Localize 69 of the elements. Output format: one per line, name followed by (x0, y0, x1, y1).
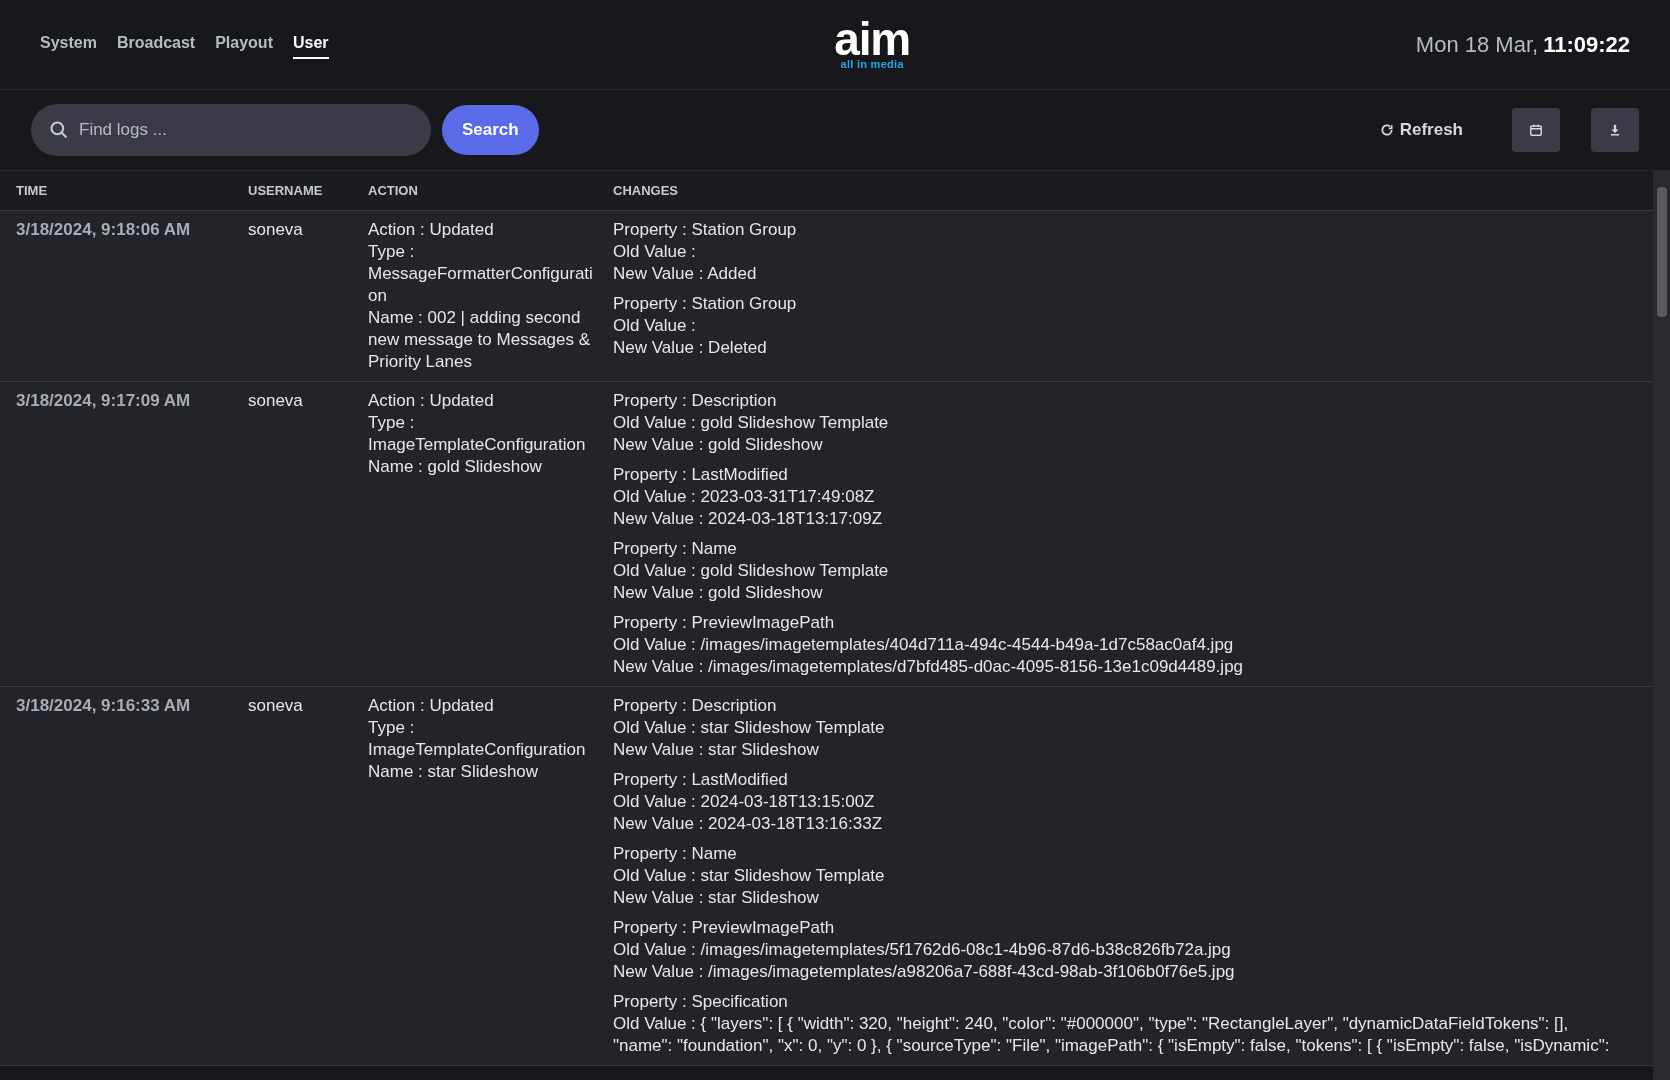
nav-tab[interactable]: User (292, 30, 329, 59)
action-line: Action : Updated (368, 219, 494, 241)
search-icon (49, 120, 69, 140)
username-cell-text: soneva (247, 219, 304, 241)
username-cell-text: soneva (247, 695, 304, 717)
column-header: USERNAME (247, 181, 324, 200)
change-line: Old Value : star Slideshow Template (613, 865, 885, 887)
action-line: Name : 002 | adding second new message to Messages & Priority Lanes (368, 307, 592, 373)
calendar-button[interactable] (1512, 108, 1560, 152)
search-button[interactable]: Search (442, 105, 539, 155)
logo-wordmark: aim (834, 19, 911, 59)
action-line: Type : MessageFormatterConfiguration (368, 241, 593, 307)
change-line: Old Value : (613, 315, 696, 337)
change-line: New Value : star Slideshow (613, 739, 819, 761)
change-line: New Value : 2024-03-18T13:16:33Z (613, 813, 883, 835)
change-line: Old Value : gold Slideshow Template (613, 412, 889, 434)
change-line: Property : Name (613, 538, 737, 560)
change-line: Old Value : gold Slideshow Template (613, 560, 889, 582)
change-line: Old Value : { "layers": [ { "width": 320, "height": 240, "color": "#000000", "type": "RectangleLayer", "dynamicDataFieldTokens": [], "name": "foundation", "x": 0, "y": 0 }, { "sourceType": "File", "imagePath": { "isEmpty": false, "tokens": [ { "isEmpty": false, "isDynamic": (613, 1013, 1611, 1057)
change-line: Old Value : 2024-03-18T13:15:00Z (613, 791, 875, 813)
change-line: Property : Station Group (613, 293, 797, 315)
change-line: New Value : 2024-03-18T13:17:09Z (613, 508, 883, 530)
action-line: Type : ImageTemplateConfiguration (368, 717, 587, 761)
change-line: Old Value : /images/imagetemplates/404d711a-494c-4544-b49a-1d7c58ac0af4.jpg (613, 634, 1234, 656)
username-cell-text: soneva (247, 390, 304, 412)
action-line: Name : gold Slideshow (368, 456, 542, 478)
change-line: Old Value : /images/imagetemplates/5f1762d6-08c1-4b96-87d6-b38c826fb72a.jpg (613, 939, 1231, 961)
logo-tagline: all in media (840, 59, 904, 70)
nav-tab[interactable]: System (40, 30, 97, 59)
time-cell-text: 3/18/2024, 9:17:09 AM (15, 390, 192, 412)
download-icon (1608, 123, 1622, 137)
column-header: TIME (15, 181, 49, 200)
nav-tab[interactable]: Broadcast (116, 30, 196, 59)
clock-date: Mon 18 Mar, (1415, 31, 1539, 59)
nav-tab[interactable]: Playout (215, 30, 273, 59)
change-line: Old Value : star Slideshow Template (613, 717, 885, 739)
download-button[interactable] (1591, 108, 1639, 152)
action-line: Action : Updated (368, 390, 494, 412)
change-line: Property : Name (613, 843, 737, 865)
change-line: New Value : /images/imagetemplates/d7bfd485-d0ac-4095-8156-13e1c09d4489.jpg (613, 656, 1244, 678)
change-line: New Value : /images/imagetemplates/a98206a7-688f-43cd-98ab-3f106b0f76e5.jpg (613, 961, 1235, 983)
change-line: Property : Specification (613, 991, 788, 1013)
change-line: New Value : star Slideshow (613, 887, 819, 909)
refresh-button[interactable]: Refresh (1363, 108, 1479, 152)
refresh-icon (1379, 123, 1394, 137)
scrollbar[interactable] (1653, 171, 1670, 1080)
column-header: ACTION (367, 181, 419, 200)
column-header: CHANGES (612, 181, 679, 200)
change-line: New Value : gold Slideshow (613, 582, 823, 604)
time-cell-text: 3/18/2024, 9:18:06 AM (15, 219, 192, 241)
change-line: New Value : gold Slideshow (613, 434, 823, 456)
change-line: Property : Description (613, 695, 777, 717)
change-line: New Value : Added (613, 263, 757, 285)
action-line: Action : Updated (368, 695, 494, 717)
change-line: New Value : Deleted (613, 337, 767, 359)
change-line: Property : PreviewImagePath (613, 612, 835, 634)
search-field[interactable]: Find logs ... (31, 104, 431, 156)
action-line: Name : star Slideshow (368, 761, 539, 783)
change-line: Property : LastModified (613, 464, 788, 486)
change-line: Property : Description (613, 390, 777, 412)
change-line: Old Value : 2023-03-31T17:49:08Z (613, 486, 875, 508)
calendar-icon (1529, 123, 1543, 137)
change-line: Property : PreviewImagePath (613, 917, 835, 939)
time-cell-text: 3/18/2024, 9:16:33 AM (15, 695, 192, 717)
change-line: Old Value : (613, 241, 696, 263)
clock-time: 11:09:22 (1543, 31, 1630, 59)
action-line: Type : ImageTemplateConfiguration (368, 412, 587, 456)
change-line: Property : LastModified (613, 769, 788, 791)
change-line: Property : Station Group (613, 219, 797, 241)
